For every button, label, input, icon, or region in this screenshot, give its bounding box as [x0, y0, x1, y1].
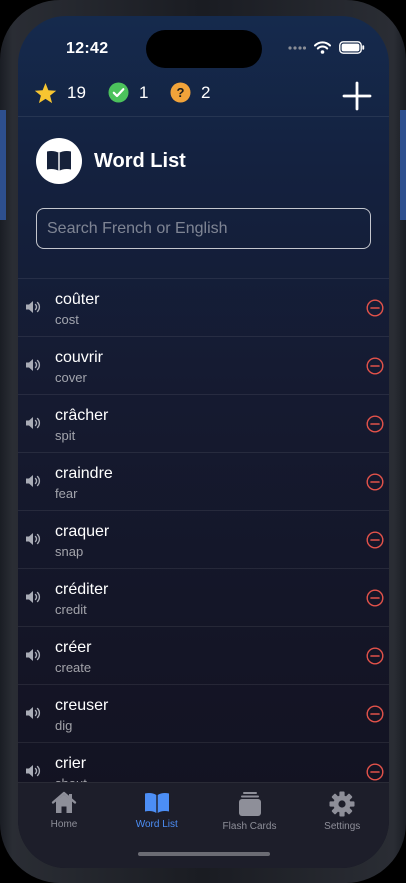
- speaker-icon[interactable]: [24, 704, 42, 722]
- speaker-icon[interactable]: [24, 356, 42, 374]
- word-english: dig: [55, 718, 73, 733]
- speaker-icon[interactable]: [24, 530, 42, 548]
- wifi-icon: [314, 41, 331, 54]
- tab-label: Flash Cards: [222, 821, 277, 832]
- unknown-count: 2: [201, 82, 211, 102]
- known-count: 1: [139, 82, 149, 102]
- unknown-stat: ? 2: [170, 82, 210, 103]
- word-english: credit: [55, 602, 87, 617]
- speaker-icon[interactable]: [24, 646, 42, 664]
- speaker-icon[interactable]: [24, 762, 42, 780]
- remove-word-icon[interactable]: [366, 589, 384, 607]
- word-list[interactable]: coûter cost couvrir cover crâcher spit craindr…: [18, 278, 389, 782]
- word-english: snap: [55, 544, 84, 559]
- check-circle-icon: [108, 82, 129, 103]
- remove-word-icon[interactable]: [366, 299, 384, 317]
- app-screen: 12:42 19 1 ? 2 Word List Search French o…: [18, 16, 389, 868]
- stats-bar: 19 1 ? 2: [18, 78, 389, 116]
- add-word-button[interactable]: [341, 80, 373, 112]
- word-french: craquer: [55, 523, 110, 540]
- known-stat: 1: [108, 82, 148, 103]
- battery-icon: [339, 41, 365, 54]
- speaker-icon[interactable]: [24, 588, 42, 606]
- gear-icon: [329, 791, 355, 817]
- page-title: Word List: [94, 149, 186, 172]
- tab-home[interactable]: Home: [18, 791, 110, 830]
- book-icon: [47, 151, 71, 171]
- word-english: cover: [55, 370, 87, 385]
- word-row[interactable]: craquer snap: [18, 510, 389, 568]
- word-french: crâcher: [55, 407, 109, 424]
- home-indicator: [138, 852, 270, 856]
- svg-text:?: ?: [177, 85, 185, 100]
- word-french: craindre: [55, 465, 113, 482]
- cards-icon: [238, 792, 261, 816]
- signal-icon: [288, 45, 306, 50]
- device-frame: 12:42 19 1 ? 2 Word List Search French o…: [0, 0, 406, 883]
- word-row[interactable]: criershout: [18, 742, 389, 782]
- remove-word-icon[interactable]: [366, 531, 384, 549]
- book-icon: [144, 793, 169, 813]
- word-french: coûter: [55, 291, 100, 308]
- tab-label: Home: [50, 819, 78, 830]
- house-icon: [51, 791, 77, 813]
- speaker-icon[interactable]: [24, 298, 42, 316]
- tab-word-list[interactable]: Word List: [111, 791, 203, 830]
- speaker-icon[interactable]: [24, 472, 42, 490]
- word-english: fear: [55, 486, 78, 501]
- page-header: Word List: [36, 138, 186, 184]
- header-divider: [18, 116, 389, 117]
- remove-word-icon[interactable]: [366, 705, 384, 723]
- remove-word-icon[interactable]: [366, 473, 384, 491]
- tab-label: Word List: [135, 819, 178, 830]
- status-icons: [288, 41, 365, 54]
- dynamic-island: [146, 30, 262, 68]
- word-french: couvrir: [55, 349, 104, 366]
- remove-word-icon[interactable]: [366, 647, 384, 665]
- remove-word-icon[interactable]: [366, 415, 384, 433]
- title-badge: [36, 138, 82, 184]
- word-row[interactable]: couvrir cover: [18, 336, 389, 394]
- remove-word-icon[interactable]: [366, 357, 384, 375]
- volume-button-accent: [0, 110, 6, 220]
- word-french: créer: [55, 639, 92, 656]
- stars-count: 19: [67, 83, 86, 102]
- word-english: cost: [55, 312, 79, 327]
- question-circle-icon: ?: [170, 82, 191, 103]
- word-row[interactable]: crâcher spit: [18, 394, 389, 452]
- word-row[interactable]: créditer credit: [18, 568, 389, 626]
- word-french: crier: [55, 755, 87, 772]
- status-time: 12:42: [66, 40, 109, 57]
- search-input[interactable]: [36, 208, 371, 249]
- word-french: créditer: [55, 581, 109, 598]
- word-row[interactable]: coûter cost: [18, 278, 389, 336]
- star-icon: [34, 82, 57, 104]
- word-english: create: [55, 660, 92, 675]
- word-english: spit: [55, 428, 76, 443]
- word-row[interactable]: craindre fear: [18, 452, 389, 510]
- side-button-accent: [400, 110, 406, 220]
- word-french: creuser: [55, 697, 109, 714]
- status-bar: 12:42: [18, 16, 389, 76]
- tab-settings[interactable]: Settings: [296, 791, 388, 832]
- tab-label: Settings: [324, 821, 361, 832]
- word-row[interactable]: créer create: [18, 626, 389, 684]
- stars-stat: 19: [34, 82, 86, 104]
- tab-flash-cards[interactable]: Flash Cards: [204, 791, 296, 832]
- word-row[interactable]: creuser dig: [18, 684, 389, 742]
- remove-word-icon[interactable]: [366, 763, 384, 781]
- speaker-icon[interactable]: [24, 414, 42, 432]
